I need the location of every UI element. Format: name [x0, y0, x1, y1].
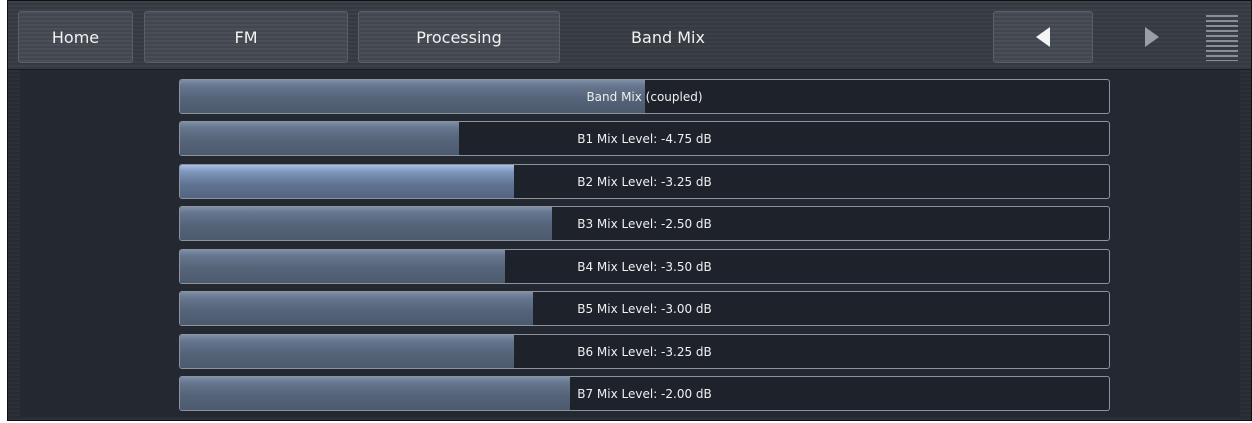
app-window: Home FM Processing Band Mix Band Mix (co… — [7, 0, 1252, 421]
content-area: Band Mix (coupled) B1 Mix Level: -4.75 d… — [8, 70, 1251, 420]
slider-label: B2 Mix Level: -3.25 dB — [577, 174, 712, 189]
slider-label: B7 Mix Level: -2.00 dB — [577, 386, 712, 401]
slider-label: B3 Mix Level: -2.50 dB — [577, 216, 712, 231]
prev-button[interactable] — [993, 11, 1093, 63]
band-mix-coupled-slider[interactable]: Band Mix (coupled) — [179, 79, 1110, 114]
slider-label: B4 Mix Level: -3.50 dB — [577, 259, 712, 274]
tab-fm[interactable]: FM — [144, 11, 348, 63]
b4-mix-level-slider[interactable]: B4 Mix Level: -3.50 dB — [179, 249, 1110, 284]
tab-band-mix: Band Mix — [631, 27, 705, 47]
b5-mix-level-slider[interactable]: B5 Mix Level: -3.00 dB — [179, 291, 1110, 326]
slider-panel: Band Mix (coupled) B1 Mix Level: -4.75 d… — [20, 70, 1240, 417]
slider-label: B6 Mix Level: -3.25 dB — [577, 344, 712, 359]
b6-mix-level-slider[interactable]: B6 Mix Level: -3.25 dB — [179, 334, 1110, 369]
b2-mix-level-slider[interactable]: B2 Mix Level: -3.25 dB — [179, 164, 1110, 199]
nav-bar: Home FM Processing Band Mix — [8, 1, 1251, 70]
menu-lines-icon[interactable] — [1206, 15, 1238, 61]
tab-home[interactable]: Home — [18, 11, 133, 63]
b3-mix-level-slider[interactable]: B3 Mix Level: -2.50 dB — [179, 206, 1110, 241]
b7-mix-level-slider[interactable]: B7 Mix Level: -2.00 dB — [179, 376, 1110, 411]
b1-mix-level-slider[interactable]: B1 Mix Level: -4.75 dB — [179, 121, 1110, 156]
triangle-left-icon — [1036, 27, 1050, 47]
slider-label: B1 Mix Level: -4.75 dB — [577, 131, 712, 146]
next-button[interactable] — [1102, 11, 1202, 63]
triangle-right-icon — [1145, 27, 1159, 47]
tab-processing[interactable]: Processing — [358, 11, 560, 63]
slider-label: Band Mix (coupled) — [586, 89, 703, 104]
slider-label: B5 Mix Level: -3.00 dB — [577, 301, 712, 316]
